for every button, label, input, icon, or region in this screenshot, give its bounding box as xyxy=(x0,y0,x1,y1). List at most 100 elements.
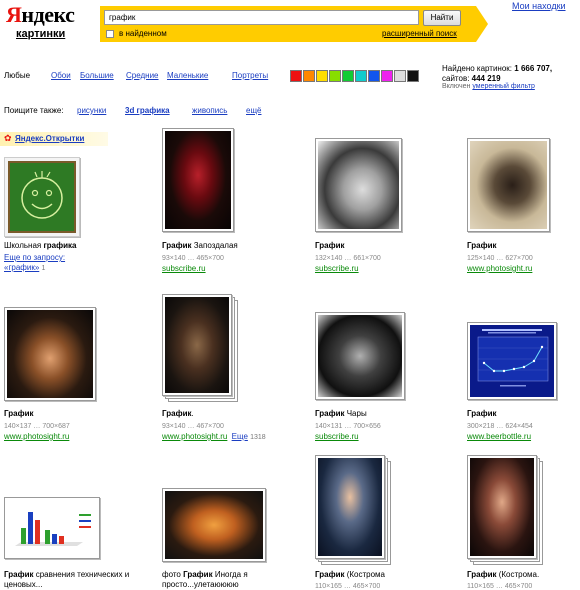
photo-woman-red-dress-icon xyxy=(165,131,231,229)
photo-woman-branches-icon xyxy=(318,315,402,397)
logo-text[interactable]: Яндекс xyxy=(6,3,76,27)
filter-any[interactable]: Любые xyxy=(4,71,30,80)
photo-dancer-orange-icon xyxy=(165,491,263,559)
photo-woman-chair-icon xyxy=(165,297,229,393)
also-search-3d[interactable]: 3d графика xyxy=(125,106,170,115)
result-title-8-a: График xyxy=(467,409,497,418)
result-source-8[interactable]: www.beerbottle.ru xyxy=(467,432,531,442)
result-meta-12: 110×165 … 465×700 xyxy=(467,583,533,590)
result-title-9[interactable]: График сравнения технических и ценовых..… xyxy=(4,570,154,590)
found-count: 1 666 707, xyxy=(514,64,553,73)
result-thumbnail-4[interactable] xyxy=(467,138,550,232)
result-source-row-6: www.photosight.ru Еще 1318 xyxy=(162,432,266,443)
color-swatch-4[interactable] xyxy=(329,70,341,82)
result-title-5[interactable]: График xyxy=(4,409,34,419)
also-search-painting[interactable]: живопись xyxy=(192,106,227,115)
result-more-link-6[interactable]: Еще xyxy=(232,432,248,441)
result-thumbnail-10[interactable] xyxy=(162,488,266,562)
my-finds-link[interactable]: Мои находки xyxy=(512,1,566,11)
in-found-checkbox[interactable] xyxy=(106,30,114,38)
also-search-drawings[interactable]: рисунки xyxy=(77,106,106,115)
filter-wallpapers[interactable]: Обои xyxy=(51,71,71,80)
postcards-link[interactable]: Яндекс.Открытки xyxy=(15,134,84,143)
result-title-12[interactable]: График (Кострома. xyxy=(467,570,539,580)
result-thumbnail-5[interactable] xyxy=(4,307,96,401)
filter-portraits[interactable]: Портреты xyxy=(232,71,268,80)
result-thumbnail-11[interactable] xyxy=(315,455,385,559)
search-button[interactable]: Найти xyxy=(423,10,461,26)
query-count: 1 xyxy=(41,265,46,272)
filter-large[interactable]: Большие xyxy=(80,71,114,80)
search-input[interactable]: график xyxy=(104,10,419,25)
result-title-1[interactable]: Школьная графика xyxy=(4,241,104,251)
smiley-drawing-icon xyxy=(8,161,76,233)
result-source-4[interactable]: www.photosight.ru xyxy=(467,264,532,274)
color-swatch-5[interactable] xyxy=(342,70,354,82)
logo-section-link[interactable]: картинки xyxy=(16,27,76,41)
result-thumbnail-8[interactable] xyxy=(467,322,557,400)
logo-first-letter: Я xyxy=(6,2,22,27)
result-source-5[interactable]: www.photosight.ru xyxy=(4,432,69,442)
result-thumbnail-1[interactable] xyxy=(4,157,80,237)
result-thumbnail-3[interactable] xyxy=(315,138,402,232)
result-source-2[interactable]: subscribe.ru xyxy=(162,264,206,274)
filter-medium[interactable]: Средние xyxy=(126,71,159,80)
result-meta-2: 93×140 … 465×700 xyxy=(162,255,224,262)
result-title-10[interactable]: фото График Иногда я просто...улетаюююю xyxy=(162,570,272,590)
color-swatch-9[interactable] xyxy=(394,70,406,82)
advanced-search-link[interactable]: расширенный поиск xyxy=(382,29,457,38)
found-stats: Найдено картинок: 1 666 707, сайтов: 444… xyxy=(442,64,552,84)
result-title-11-b: (Кострома xyxy=(344,570,386,579)
result-meta-8: 300×218 … 624×454 xyxy=(467,423,533,430)
result-meta-4: 125×140 … 627×700 xyxy=(467,255,533,262)
color-swatch-1[interactable] xyxy=(290,70,302,82)
result-thumbnail-6[interactable] xyxy=(162,294,232,396)
also-search-more[interactable]: ещё xyxy=(246,106,261,115)
color-swatch-2[interactable] xyxy=(303,70,315,82)
result-title-7[interactable]: График Чары xyxy=(315,409,367,419)
photo-woman-bw-icon xyxy=(318,141,399,229)
color-swatch-10[interactable] xyxy=(407,70,419,82)
result-meta-6: 93×140 … 467×700 xyxy=(162,423,224,430)
result-source-6[interactable]: www.photosight.ru xyxy=(162,432,227,441)
color-swatch-7[interactable] xyxy=(368,70,380,82)
result-title-7-a: График xyxy=(315,409,345,418)
color-swatch-6[interactable] xyxy=(355,70,367,82)
safe-filter-link[interactable]: умеренный фильтр xyxy=(472,83,534,90)
sites-label: сайтов: xyxy=(442,74,470,83)
photo-woman-portrait-icon xyxy=(318,458,382,556)
result-meta-5: 140×137 … 700×687 xyxy=(4,423,70,430)
result-title-6[interactable]: График. xyxy=(162,409,194,419)
color-swatch-8[interactable] xyxy=(381,70,393,82)
result-title-4[interactable]: График xyxy=(467,241,497,251)
result-thumbnail-9[interactable] xyxy=(4,497,100,559)
search-bar-arrow xyxy=(476,6,488,42)
in-found-label[interactable]: в найденном xyxy=(119,29,167,38)
result-meta-11: 110×165 … 465×700 xyxy=(315,583,381,590)
color-swatch-3[interactable] xyxy=(316,70,328,82)
result-title-2-b: Запоздалая xyxy=(191,241,238,250)
photo-woman-nude-icon xyxy=(7,310,93,398)
yandex-logo[interactable]: Яндекс картинки xyxy=(6,3,76,41)
filter-small[interactable]: Маленькие xyxy=(167,71,208,80)
result-title-2-a: График xyxy=(162,241,192,250)
result-source-7[interactable]: subscribe.ru xyxy=(315,432,359,442)
result-title-3[interactable]: График xyxy=(315,241,345,251)
photo-woman-glass-icon xyxy=(470,458,534,556)
result-title-9-a: График xyxy=(4,570,34,579)
result-thumbnail-12[interactable] xyxy=(467,455,537,559)
result-title-8[interactable]: График xyxy=(467,409,497,419)
result-thumbnail-7[interactable] xyxy=(315,312,405,400)
result-source-3[interactable]: subscribe.ru xyxy=(315,264,359,274)
more-by-query-link[interactable]: Еще по запросу: xyxy=(4,253,65,263)
result-title-10-a: фото xyxy=(162,570,184,579)
result-title-6-b: . xyxy=(191,409,194,418)
result-title-10-b: График xyxy=(183,570,213,579)
result-thumbnail-2[interactable] xyxy=(162,128,234,232)
result-title-2[interactable]: График Запоздалая xyxy=(162,241,238,251)
found-label: Найдено картинок: xyxy=(442,64,513,73)
result-title-3-a: График xyxy=(315,241,345,250)
result-title-11[interactable]: График (Кострома xyxy=(315,570,385,580)
result-title-11-a: График xyxy=(315,570,345,579)
query-link[interactable]: «график» xyxy=(4,263,39,272)
